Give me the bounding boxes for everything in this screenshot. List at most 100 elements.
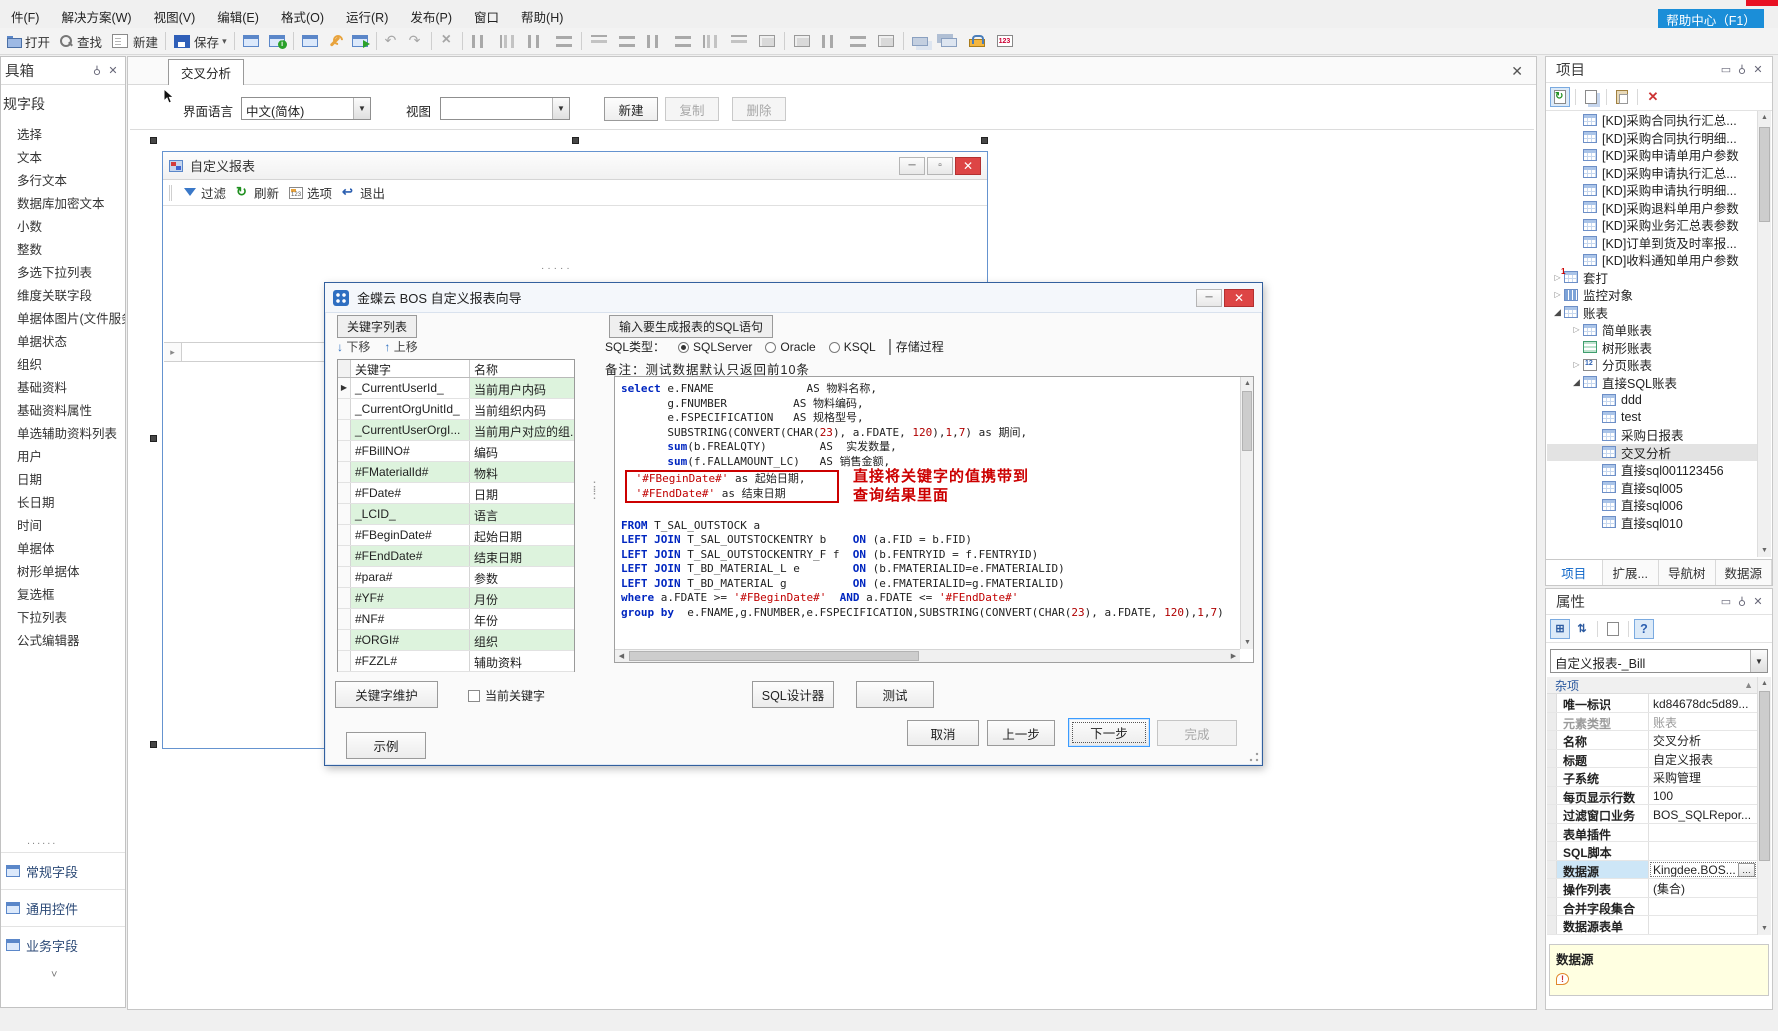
- toolbox-category[interactable]: 规字段: [1, 85, 125, 120]
- property-row[interactable]: 过滤窗口业务BOS_SQLRepor...: [1547, 805, 1757, 824]
- toolbox-tab[interactable]: 常规字段: [1, 852, 125, 889]
- tab-cross-analysis[interactable]: 交叉分析: [168, 59, 244, 85]
- keyword-row[interactable]: #FBeginDate#起始日期: [338, 525, 574, 546]
- name-cell[interactable]: 物料: [470, 462, 574, 482]
- name-cell[interactable]: 当前组织内码: [470, 399, 574, 419]
- property-row[interactable]: 表单插件: [1547, 824, 1757, 843]
- send-to-back-button[interactable]: [933, 32, 962, 50]
- name-cell[interactable]: 语言: [470, 504, 574, 524]
- keyword-cell[interactable]: _CurrentOrgUnitId_: [351, 399, 470, 419]
- stored-proc-checkbox[interactable]: 存储过程: [889, 338, 944, 355]
- open-form-button[interactable]: [297, 31, 323, 51]
- scroll-down-icon[interactable]: ▼: [1758, 544, 1771, 557]
- toolbox-item[interactable]: 文本: [1, 143, 125, 166]
- category-misc[interactable]: 杂项▲: [1547, 677, 1757, 694]
- same-width-button[interactable]: [816, 31, 844, 52]
- copy-element-button[interactable]: [1581, 87, 1601, 107]
- toolbox-item[interactable]: 小数: [1, 212, 125, 235]
- delete-button[interactable]: [435, 31, 459, 51]
- scroll-down-icon[interactable]: ▼: [1241, 636, 1254, 649]
- scroll-up-icon[interactable]: ▲: [1758, 111, 1771, 124]
- name-cell[interactable]: 起始日期: [470, 525, 574, 545]
- collapse-icon[interactable]: ▲: [1744, 680, 1753, 690]
- find-button[interactable]: 查找: [54, 30, 106, 53]
- tree-item[interactable]: ◢直接SQL账表: [1547, 374, 1757, 392]
- menu-item[interactable]: 编辑(E): [206, 4, 270, 29]
- tab-order-button[interactable]: [992, 31, 1018, 51]
- keyword-cell[interactable]: #FDate#: [351, 483, 470, 503]
- undo-button[interactable]: [380, 31, 404, 51]
- toolbox-item[interactable]: 日期: [1, 465, 125, 488]
- close-button[interactable]: ✕: [955, 157, 981, 175]
- delete-element-button[interactable]: [1643, 87, 1663, 107]
- keyword-cell[interactable]: #ORGI#: [351, 630, 470, 650]
- selection-handle[interactable]: [150, 137, 157, 144]
- sample-button[interactable]: 示例: [346, 732, 426, 759]
- toolbox-item[interactable]: 整数: [1, 235, 125, 258]
- tree-item[interactable]: 采购日报表: [1547, 426, 1757, 444]
- tree-item[interactable]: [KD]采购合同执行汇总...: [1547, 111, 1757, 129]
- minimize-button[interactable]: ─: [899, 157, 925, 175]
- equal-spacing-button[interactable]: [872, 31, 900, 51]
- size-to-grid-button[interactable]: [788, 31, 816, 51]
- filter-button[interactable]: 过滤: [180, 181, 229, 204]
- property-row[interactable]: 子系统采购管理: [1547, 768, 1757, 787]
- distribute-horizontal-button[interactable]: [697, 31, 725, 52]
- designer-titlebar[interactable]: 自定义报表 ─ ▫ ✕: [163, 152, 987, 180]
- property-value[interactable]: [1649, 898, 1757, 916]
- align-top-button[interactable]: [585, 31, 613, 51]
- name-cell[interactable]: 年份: [470, 609, 574, 629]
- sql-code[interactable]: select e.FNAME AS 物料名称, g.FNUMBER AS 物料编…: [615, 377, 1240, 649]
- options-button[interactable]: 选项: [286, 181, 335, 204]
- name-cell[interactable]: 参数: [470, 567, 574, 587]
- menu-item[interactable]: 运行(R): [335, 4, 399, 29]
- tree-item[interactable]: [KD]采购合同执行明细...: [1547, 129, 1757, 147]
- dropdown-caret-icon[interactable]: ▾: [222, 36, 227, 47]
- scrollbar-thumb[interactable]: [1759, 691, 1770, 861]
- toolbox-item[interactable]: 复选框: [1, 580, 125, 603]
- panel-tab-扩展...[interactable]: 扩展...: [1603, 560, 1660, 585]
- wizard-titlebar[interactable]: 金蝶云 BOS 自定义报表向导 ─ ✕: [325, 283, 1262, 313]
- scroll-right-icon[interactable]: ▶: [1227, 650, 1240, 663]
- ui-language-select[interactable]: 中文(简体)▼: [241, 97, 371, 120]
- name-cell[interactable]: 日期: [470, 483, 574, 503]
- selection-handle[interactable]: [150, 741, 157, 748]
- close-button[interactable]: ✕: [1224, 289, 1254, 307]
- name-cell[interactable]: 编码: [470, 441, 574, 461]
- form-info-button[interactable]: [264, 31, 290, 51]
- minimize-button[interactable]: ─: [1196, 289, 1222, 307]
- close-icon[interactable]: ✕: [1750, 63, 1766, 76]
- radio-ksql[interactable]: KSQL: [829, 340, 876, 354]
- maximize-button[interactable]: ▫: [927, 157, 953, 175]
- keyword-cell[interactable]: #YF#: [351, 588, 470, 608]
- menu-item[interactable]: 窗口: [463, 4, 510, 29]
- toolbox-tab[interactable]: 业务字段: [1, 926, 125, 963]
- toolbox-item[interactable]: 组织: [1, 350, 125, 373]
- scroll-up-icon[interactable]: ▲: [1241, 377, 1254, 390]
- tree-item[interactable]: [KD]采购退料单用户参数: [1547, 199, 1757, 217]
- align-center-button[interactable]: [522, 31, 550, 52]
- keyword-cell[interactable]: #NF#: [351, 609, 470, 629]
- document-close-icon[interactable]: ✕: [1511, 63, 1523, 80]
- menu-item[interactable]: 格式(O): [270, 4, 335, 29]
- next-step-button[interactable]: 下一步: [1068, 718, 1150, 747]
- toolbox-item[interactable]: 多行文本: [1, 166, 125, 189]
- keyword-cell[interactable]: #para#: [351, 567, 470, 587]
- panel-tab-项目[interactable]: 项目: [1546, 560, 1603, 585]
- tree-item[interactable]: 树形账表: [1547, 339, 1757, 357]
- align-right-button[interactable]: [494, 31, 522, 52]
- menu-item[interactable]: 件(F): [0, 4, 50, 29]
- name-cell[interactable]: 当前用户对应的组...: [470, 420, 574, 440]
- center-vertically-button[interactable]: [669, 31, 697, 51]
- keyword-cell[interactable]: #FBillNO#: [351, 441, 470, 461]
- tree-item[interactable]: test: [1547, 409, 1757, 427]
- scrollbar-thumb[interactable]: [1242, 391, 1252, 451]
- panel-tab-导航树[interactable]: 导航树: [1659, 560, 1716, 585]
- keyword-maintain-button[interactable]: 关键字维护: [335, 681, 438, 708]
- property-value[interactable]: 采购管理: [1649, 768, 1757, 786]
- maximize-icon[interactable]: ▭: [1718, 595, 1734, 608]
- categorize-icon[interactable]: ⊞: [1550, 619, 1570, 639]
- form-designer-button[interactable]: [238, 31, 264, 51]
- radio-oracle[interactable]: Oracle: [765, 340, 815, 354]
- toolbox-item[interactable]: 单据体图片(文件服务): [1, 304, 125, 327]
